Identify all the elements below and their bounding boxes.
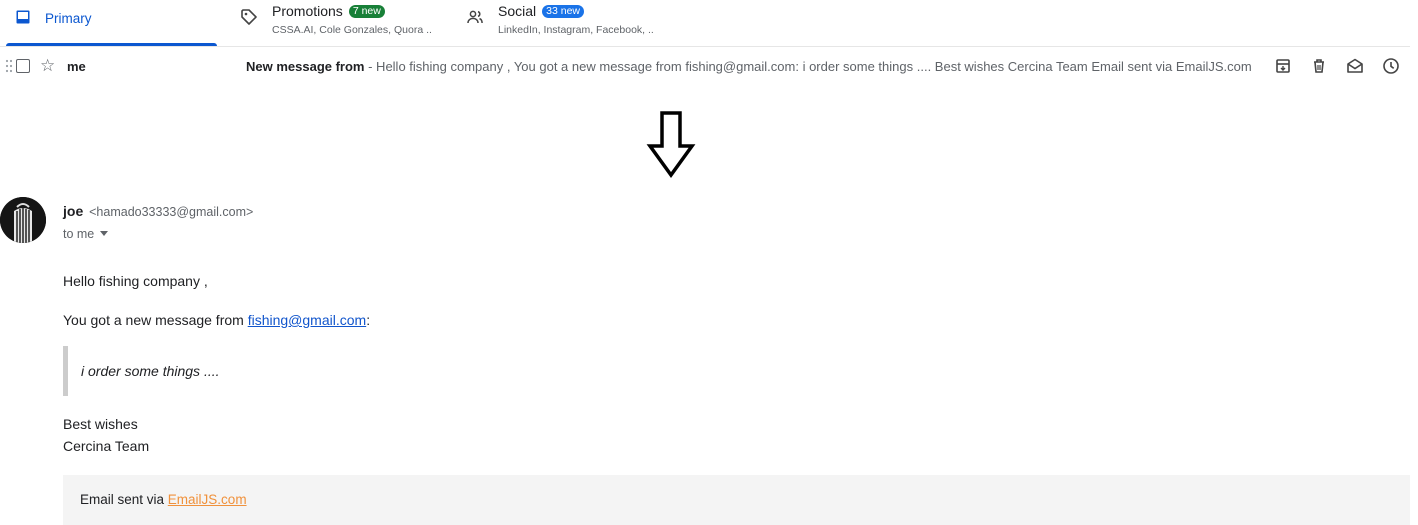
sender-email-link[interactable]: fishing@gmail.com: [248, 312, 366, 328]
from-name[interactable]: joe: [63, 203, 83, 219]
tab-social-label: Social: [498, 3, 537, 19]
active-tab-indicator: [6, 43, 217, 46]
social-new-badge: 33 new: [542, 5, 584, 18]
email-recipients: to me: [63, 227, 109, 241]
quoted-text: i order some things ....: [81, 363, 220, 379]
down-arrow-icon: [646, 111, 696, 178]
mark-unread-icon[interactable]: [1346, 57, 1364, 75]
archive-icon[interactable]: [1274, 57, 1292, 75]
signoff-line-2: Cercina Team: [63, 438, 150, 454]
quoted-message: i order some things ....: [63, 346, 388, 396]
social-senders: LinkedIn, Instagram, Facebook, ..: [498, 24, 654, 36]
delete-icon[interactable]: [1310, 57, 1328, 75]
email-footer: Email sent via EmailJS.com: [63, 475, 1410, 525]
drag-handle-icon[interactable]: [5, 59, 13, 73]
email-from: joe <hamado33333@gmail.com>: [63, 203, 253, 219]
chevron-down-icon[interactable]: [100, 231, 109, 236]
recipients-label: to me: [63, 227, 95, 241]
message-snippet: New message from - Hello fishing company…: [246, 59, 1252, 74]
message-line-suffix: :: [366, 312, 371, 328]
tag-icon: [241, 9, 257, 25]
message-line-prefix: You got a new message from: [63, 312, 248, 328]
inbox-tabs: Primary Promotions 7 new CSSA.AI, Cole Go…: [0, 0, 1410, 47]
tab-primary[interactable]: Primary: [6, 0, 217, 46]
emailjs-link[interactable]: EmailJS.com: [168, 492, 247, 507]
message-preview: - Hello fishing company , You got a new …: [364, 59, 1252, 74]
email-message-line: You got a new message from fishing@gmail…: [63, 312, 370, 328]
tab-social[interactable]: Social 33 new LinkedIn, Instagram, Facebo…: [466, 0, 676, 46]
tab-primary-label: Primary: [45, 11, 92, 26]
message-sender: me: [67, 59, 86, 74]
inbox-icon: [16, 10, 30, 24]
avatar[interactable]: [0, 197, 46, 243]
footer-prefix: Email sent via: [80, 492, 168, 507]
avatar-image: [0, 197, 46, 243]
signoff-line-1: Best wishes: [63, 416, 138, 432]
message-row[interactable]: ☆ me New message from - Hello fishing co…: [0, 50, 1410, 84]
tab-promotions-label: Promotions: [272, 3, 343, 19]
select-checkbox[interactable]: [16, 59, 30, 73]
snooze-icon[interactable]: [1382, 57, 1400, 75]
promotions-senders: CSSA.AI, Cole Gonzales, Quora ..: [272, 24, 432, 36]
promotions-new-badge: 7 new: [348, 5, 385, 18]
from-email: <hamado33333@gmail.com>: [89, 205, 254, 219]
message-subject: New message from: [246, 59, 365, 74]
email-greeting: Hello fishing company ,: [63, 273, 208, 289]
tab-promotions[interactable]: Promotions 7 new CSSA.AI, Cole Gonzales, …: [240, 0, 450, 46]
star-icon[interactable]: ☆: [40, 56, 55, 76]
people-icon: [467, 10, 483, 24]
